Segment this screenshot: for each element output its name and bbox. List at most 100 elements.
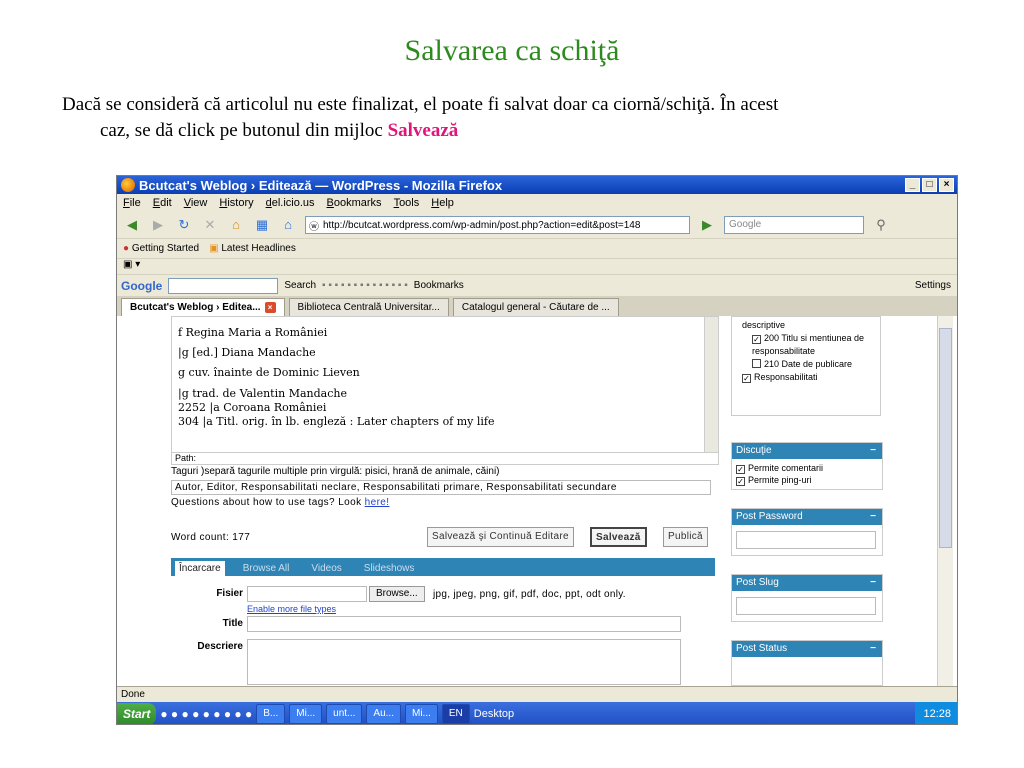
google-bookmarks-button[interactable]: Bookmarks <box>414 280 464 291</box>
minimize-button[interactable]: _ <box>905 178 920 192</box>
taskbar-item[interactable]: Au... <box>366 704 401 724</box>
bookmark-getting-started[interactable]: ● Getting Started <box>123 243 199 254</box>
category-item[interactable]: ✓ Responsabilitati <box>742 371 866 384</box>
taskbar-item[interactable]: Mi... <box>289 704 323 724</box>
discussion-header[interactable]: Discuţie − <box>732 443 882 459</box>
password-title: Post Password <box>736 511 803 522</box>
url-bar[interactable]: ⓦ http://bcutcat.wordpress.com/wp-admin/… <box>305 216 690 234</box>
menu-history[interactable]: History <box>219 197 253 209</box>
menu-view[interactable]: View <box>184 197 208 209</box>
tab-catalog[interactable]: Catalogul general - Căutare de ... <box>452 298 619 316</box>
slug-header[interactable]: Post Slug − <box>732 575 882 591</box>
taskbar-item[interactable]: B... <box>256 704 286 724</box>
checkbox-unchecked[interactable] <box>752 359 761 368</box>
password-header[interactable]: Post Password − <box>732 509 882 525</box>
checkbox-checked[interactable]: ✓ <box>736 477 745 486</box>
slug-input[interactable] <box>736 597 876 615</box>
slide-title: Salvarea ca schiţă <box>404 34 620 67</box>
save-button[interactable]: Salvează <box>590 527 647 547</box>
category-item[interactable]: 210 Date de publicare <box>742 358 866 371</box>
file-input[interactable] <box>247 586 367 602</box>
rss-icon: ▣ <box>209 243 219 254</box>
checkbox-checked[interactable]: ✓ <box>736 465 745 474</box>
enable-more-file-types[interactable]: Enable more file types <box>247 604 336 614</box>
taskbar-item[interactable]: unt... <box>326 704 363 724</box>
allow-pings[interactable]: ✓ Permite ping-uri <box>736 474 878 486</box>
window-title: Bcutcat's Weblog › Editează — WordPress … <box>139 177 503 193</box>
collapse-icon[interactable]: − <box>870 509 876 525</box>
menu-tools[interactable]: Tools <box>394 197 420 209</box>
collapse-icon[interactable]: − <box>870 443 876 459</box>
tags-help-link[interactable]: here! <box>365 497 390 508</box>
quicklaunch-icons: ● ● ● ● ● ● ● ● ● <box>160 707 253 721</box>
desktop-toolbar[interactable]: Desktop <box>474 708 514 720</box>
tab-slideshows[interactable]: Slideshows <box>360 561 419 576</box>
collapse-icon[interactable]: − <box>870 575 876 591</box>
editor-scrollbar[interactable] <box>704 317 718 452</box>
go-icon[interactable]: ▶ <box>698 216 716 234</box>
menu-help[interactable]: Help <box>431 197 454 209</box>
tab-videos[interactable]: Videos <box>307 561 345 576</box>
google-search-field[interactable] <box>168 277 279 294</box>
tab-biblioteca[interactable]: Biblioteca Centrală Universitar... <box>288 298 449 316</box>
window-titlebar: Bcutcat's Weblog › Editează — WordPress … <box>117 176 957 194</box>
password-input[interactable] <box>736 531 876 549</box>
editor-line: |g trad. de Valentin Mandache <box>178 387 347 400</box>
google-search-button[interactable]: Search <box>284 280 316 291</box>
tab-weblog[interactable]: Bcutcat's Weblog › Editea... × <box>121 298 285 316</box>
google-logo: Google <box>121 278 163 293</box>
editor-line: |g [ed.] Diana Mandache <box>178 346 316 359</box>
status-panel: Post Status − <box>731 640 883 686</box>
search-input[interactable]: Google <box>724 216 864 234</box>
menu-edit[interactable]: Edit <box>153 197 172 209</box>
page-scrollbar[interactable] <box>937 316 953 686</box>
menu-delicious[interactable]: del.icio.us <box>266 197 315 209</box>
menu-bar: File Edit View History del.icio.us Bookm… <box>117 194 957 212</box>
checkbox-checked[interactable]: ✓ <box>752 335 761 344</box>
title-input[interactable] <box>247 616 681 632</box>
file-types: jpg, jpeg, png, gif, pdf, doc, ppt, odt … <box>433 589 626 600</box>
description-input[interactable] <box>247 639 681 685</box>
wordpress-icon: ⓦ <box>309 221 319 233</box>
allow-comments[interactable]: ✓ Permite comentarii <box>736 462 878 474</box>
maximize-button[interactable]: □ <box>922 178 937 192</box>
start-button[interactable]: Start <box>117 703 157 724</box>
slug-panel: Post Slug − <box>731 574 883 622</box>
save-and-continue-button[interactable]: Salvează şi Continuă Editare <box>427 527 574 547</box>
language-indicator[interactable]: EN <box>441 704 470 724</box>
bookmark-page-icon[interactable]: ▦ <box>253 216 271 234</box>
taskbar-item[interactable]: Mi... <box>404 704 438 724</box>
slide-body: Dacă se consideră că articolul nu este f… <box>62 92 962 144</box>
tab-browse-all[interactable]: Browse All <box>239 561 294 576</box>
editor-path: Path: <box>171 452 719 465</box>
menu-bookmarks[interactable]: Bookmarks <box>327 197 382 209</box>
publish-button[interactable]: Publică <box>663 527 708 547</box>
browse-button[interactable]: Browse... <box>369 586 425 602</box>
editor-line: f Regina Maria a României <box>178 326 328 339</box>
close-window-button[interactable]: × <box>939 178 954 192</box>
stop-icon[interactable]: ✕ <box>201 216 219 234</box>
tags-input[interactable]: Autor, Editor, Responsabilitati neclare,… <box>171 480 711 495</box>
collapse-icon[interactable]: − <box>870 641 876 657</box>
tag-icon[interactable]: ⌂ <box>279 216 297 234</box>
google-settings-button[interactable]: Settings <box>915 280 951 291</box>
forward-icon[interactable]: ▶ <box>149 216 167 234</box>
windows-taskbar: Start ● ● ● ● ● ● ● ● ● B... Mi... unt..… <box>117 702 957 724</box>
post-editor[interactable]: f Regina Maria a României |g [ed.] Diana… <box>171 316 719 453</box>
scrollbar-thumb[interactable] <box>939 328 952 548</box>
tab-close-icon[interactable]: × <box>264 302 276 313</box>
menu-file[interactable]: File <box>123 197 141 209</box>
category-item: descriptive <box>742 320 786 330</box>
system-tray: 12:28 <box>915 702 957 724</box>
checkbox-checked[interactable]: ✓ <box>742 374 751 383</box>
home-icon[interactable]: ⌂ <box>227 216 245 234</box>
extension-icon[interactable]: ▣ ▾ <box>123 259 140 270</box>
tab-upload[interactable]: Încarcare <box>175 561 225 576</box>
search-icon[interactable]: ⚲ <box>872 216 890 234</box>
back-icon[interactable]: ◀ <box>123 216 141 234</box>
category-item[interactable]: ✓ 200 Titlu si mentiunea de responsabilit… <box>742 332 866 358</box>
bookmark-latest-headlines[interactable]: ▣ Latest Headlines <box>209 243 296 254</box>
tags-help-text: Questions about how to use tags? Look <box>171 497 365 508</box>
reload-icon[interactable]: ↻ <box>175 216 193 234</box>
status-header[interactable]: Post Status − <box>732 641 882 657</box>
